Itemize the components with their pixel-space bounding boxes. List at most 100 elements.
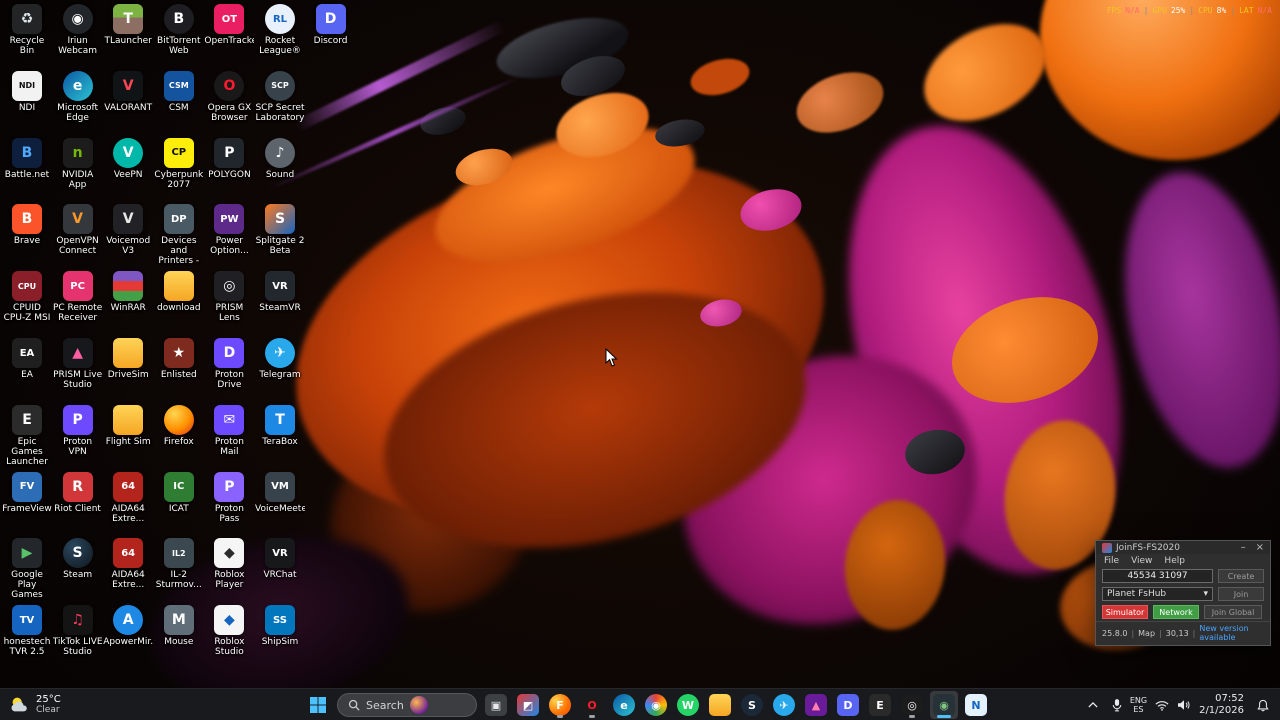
desktop-icon-brave[interactable]: B Brave [2, 204, 52, 268]
wifi-icon[interactable] [1155, 700, 1169, 711]
desktop-icon-proton-pass[interactable]: P Proton Pass [204, 471, 254, 536]
desktop-icon-recycle-bin[interactable]: ♻ Recycle Bin [2, 4, 52, 68]
taskbar-icon-photos[interactable]: ◩ [514, 691, 542, 719]
join-button[interactable]: Join [1218, 587, 1264, 601]
desktop-icon-flight-sim[interactable]: Flight Sim [103, 404, 153, 469]
desktop-icon-valorant[interactable]: V VALORANT [103, 70, 153, 135]
close-button[interactable]: × [1256, 542, 1264, 553]
desktop-icon-proton-drive[interactable]: D Proton Drive [204, 338, 254, 402]
desktop-icon-telegram[interactable]: ✈ Telegram [255, 338, 305, 402]
desktop-icon-honestech-tvr-2-5[interactable]: TV honestech TVR 2.5 [2, 605, 52, 669]
volume-icon[interactable] [1177, 699, 1191, 711]
desktop-icon-veepn[interactable]: V VeePN [103, 137, 153, 202]
desktop-icon-drivesim[interactable]: DriveSim [103, 338, 153, 402]
taskbar-icon-discord[interactable]: D [834, 691, 862, 719]
desktop-icon-opera-gx-browser[interactable]: O Opera GX Browser [204, 70, 254, 135]
desktop-icon-voicemeeter[interactable]: VMVoiceMeeter [255, 471, 305, 536]
clock[interactable]: 07:52 2/1/2026 [1199, 693, 1244, 717]
desktop-icon-prism-lens[interactable]: ◎ PRISM Lens [204, 271, 254, 335]
tray-chevron-button[interactable] [1082, 691, 1104, 719]
taskbar-icon-opera-gx[interactable]: O [578, 691, 606, 719]
desktop-icon-shipsim[interactable]: SS ShipSim [255, 605, 305, 669]
taskbar-icon-prism-live[interactable]: ▲ [802, 691, 830, 719]
session-code-input[interactable]: 45534 31097 [1102, 569, 1213, 583]
desktop-icon-tiktok-live-studio[interactable]: ♫ TikTok LIVE Studio [53, 605, 103, 669]
weather-widget[interactable]: 25°C Clear [8, 689, 61, 720]
desktop-icon-vrchat[interactable]: VR VRChat [255, 538, 305, 602]
taskbar-icon-firefox[interactable]: F [546, 691, 574, 719]
desktop-icon-proton-mail[interactable]: ✉ Proton Mail [204, 404, 254, 469]
desktop-icon-riot-client[interactable]: R Riot Client [53, 471, 103, 536]
joinfs-titlebar[interactable]: JoinFS-FS2020 – × [1096, 541, 1270, 554]
desktop-icon-steam[interactable]: S Steam [53, 538, 103, 602]
taskbar-icon-steam[interactable]: S [738, 691, 766, 719]
desktop-icon-rocket-league[interactable]: RL Rocket League® [255, 4, 305, 68]
desktop-icon-google-play-games[interactable]: ▶ Google Play Games [2, 538, 52, 602]
desktop-icon-devices-and-printers[interactable]: DPDevices and Printers - ... [154, 204, 204, 268]
desktop-icon-download[interactable]: download [154, 271, 204, 335]
desktop-icon-bittorrent-web[interactable]: B BitTorrent Web [154, 4, 204, 68]
desktop-icon-polygon[interactable]: P POLYGON [204, 137, 254, 202]
search-box[interactable]: Search [337, 693, 477, 717]
desktop-icon-battle-net[interactable]: B Battle.net [2, 137, 52, 202]
taskbar-icon-camera-app[interactable]: ◉ [930, 691, 958, 719]
desktop-icon-roblox-player[interactable]: ◆ Roblox Player [204, 538, 254, 602]
desktop-icon-pc-remote-receiver[interactable]: PC PC Remote Receiver [53, 271, 103, 335]
start-button[interactable] [304, 691, 332, 719]
desktop-icon-voicemod-v3[interactable]: V Voicemod V3 [103, 204, 153, 268]
desktop-icon-winrar[interactable]: WinRAR [103, 271, 153, 335]
desktop-icon-prism-live-studio[interactable]: ▲ PRISM Live Studio [53, 338, 103, 402]
desktop-icon-epic-games-launcher[interactable]: E Epic Games Launcher [2, 404, 52, 469]
map-link[interactable]: Map [1138, 629, 1155, 638]
taskbar-icon-file-explorer[interactable] [706, 691, 734, 719]
desktop-icon-roblox-studio[interactable]: ◆ Roblox Studio [204, 605, 254, 669]
desktop-icon-steamvr[interactable]: VR SteamVR [255, 271, 305, 335]
desktop-icon-mouse[interactable]: M Mouse [154, 605, 204, 669]
simulator-button[interactable]: Simulator [1102, 605, 1148, 619]
minimize-button[interactable]: – [1241, 542, 1246, 553]
taskbar-icon-edge[interactable]: e [610, 691, 638, 719]
desktop-icon-csm[interactable]: CSM CSM [154, 70, 204, 135]
desktop-icon-microsoft-edge[interactable]: e Microsoft Edge [53, 70, 103, 135]
desktop-icon-apowermir[interactable]: AApowerMir... [103, 605, 153, 669]
desktop-icon-power-option[interactable]: PW Power Option... [204, 204, 254, 268]
desktop-icon-sound[interactable]: ♪ Sound [255, 137, 305, 202]
taskbar-icon-obs-studio[interactable]: ◎ [898, 691, 926, 719]
desktop-icon-aida64-extre[interactable]: 64 AIDA64 Extre... [103, 538, 153, 602]
create-button[interactable]: Create [1218, 569, 1264, 583]
microphone-icon[interactable] [1112, 698, 1122, 712]
taskbar-icon-whatsapp[interactable]: W [674, 691, 702, 719]
taskbar-icon-epic-games[interactable]: E [866, 691, 894, 719]
server-select[interactable]: Planet FsHub ▾ [1102, 587, 1213, 601]
language-indicator[interactable]: ENG ES [1130, 696, 1147, 714]
desktop-icon-terabox[interactable]: T TeraBox [255, 404, 305, 469]
desktop-icon-cpuid-cpu-z-msi[interactable]: CPU CPUID CPU-Z MSI [2, 271, 52, 335]
menu-file[interactable]: File [1104, 556, 1119, 566]
desktop-icon-enlisted[interactable]: ★ Enlisted [154, 338, 204, 402]
desktop-icon-splitgate-2-beta[interactable]: S Splitgate 2 Beta [255, 204, 305, 268]
desktop-icon-aida64-extre[interactable]: 64 AIDA64 Extre... [103, 471, 153, 536]
desktop-icon-icat[interactable]: IC ICAT [154, 471, 204, 536]
notification-bell-button[interactable] [1252, 691, 1274, 719]
menu-help[interactable]: Help [1164, 556, 1185, 566]
join-global-button[interactable]: Join Global [1204, 605, 1262, 619]
desktop-icon-openvpn-connect[interactable]: V OpenVPN Connect [53, 204, 103, 268]
desktop-icon-discord[interactable]: D Discord [306, 4, 356, 68]
desktop-icon-frameview[interactable]: FV FrameView [2, 471, 52, 536]
desktop-icon-cyberpunk-2077[interactable]: CP Cyberpunk 2077 [154, 137, 204, 202]
taskbar-icon-notepad[interactable]: N [962, 691, 990, 719]
taskbar-icon-task-view[interactable]: ▣ [482, 691, 510, 719]
desktop-icon-nvidia-app[interactable]: n NVIDIA App [53, 137, 103, 202]
menu-view[interactable]: View [1131, 556, 1152, 566]
network-button[interactable]: Network [1153, 605, 1199, 619]
desktop-icon-opentracker[interactable]: OT OpenTracker [204, 4, 254, 68]
desktop-icon-scp-secret-laboratory[interactable]: SCP SCP Secret Laboratory [255, 70, 305, 135]
desktop-icon-iriun-webcam[interactable]: ◉ Iriun Webcam [53, 4, 103, 68]
desktop-icon-il-2-sturmov[interactable]: IL2 IL-2 Sturmov... [154, 538, 204, 602]
desktop-icon-proton-vpn[interactable]: P Proton VPN [53, 404, 103, 469]
desktop-icon-ndi[interactable]: NDI NDI [2, 70, 52, 135]
taskbar-icon-chrome[interactable]: ◉ [642, 691, 670, 719]
desktop-icon-tlauncher[interactable]: T TLauncher [103, 4, 153, 68]
desktop-icon-firefox[interactable]: Firefox [154, 404, 204, 469]
desktop-icon-ea[interactable]: EA EA [2, 338, 52, 402]
